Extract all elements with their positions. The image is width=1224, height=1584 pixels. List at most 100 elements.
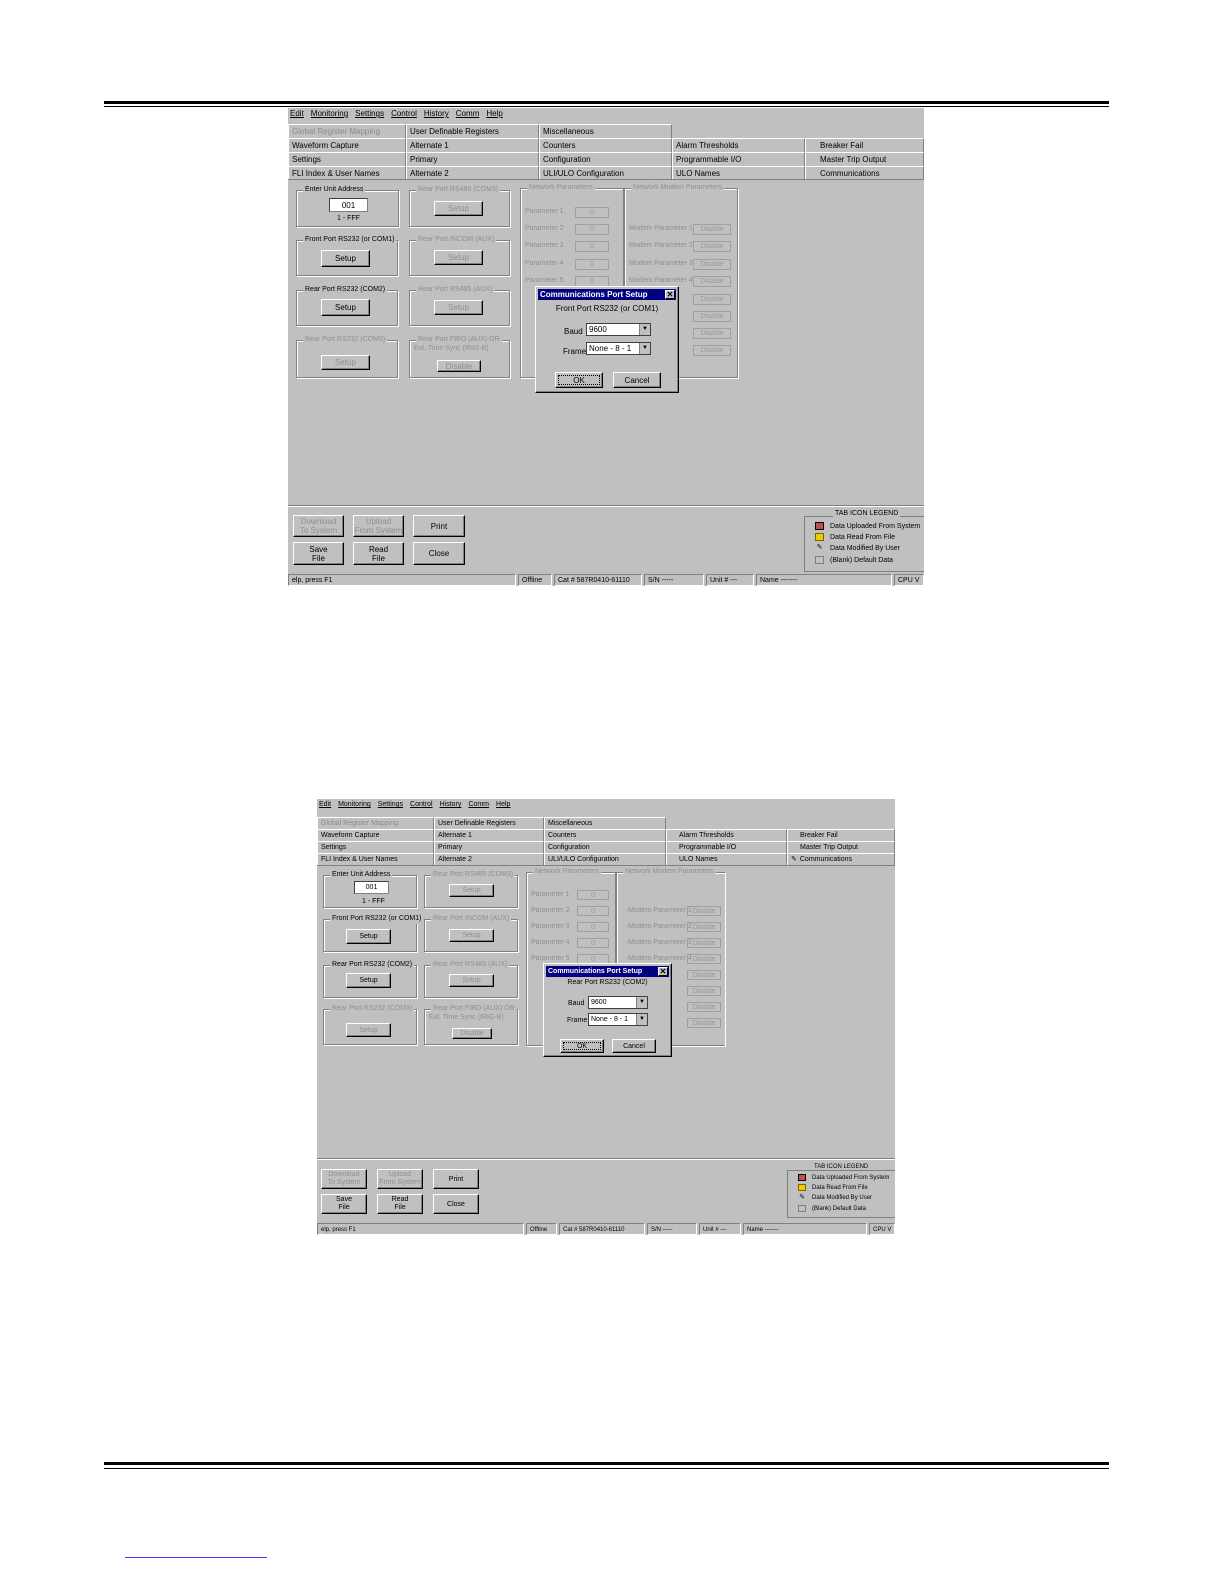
tab-alternate-1[interactable]: Alternate 1	[406, 138, 539, 152]
tab-ulo-names[interactable]: ULO Names	[666, 853, 787, 865]
param-4-value[interactable]: 0	[577, 938, 609, 948]
baud-select[interactable]: 9600 ▼	[588, 996, 648, 1009]
rear-port-rs485-setup-button[interactable]: Setup	[449, 884, 494, 897]
rear-port-com2-setup-button[interactable]: Setup	[346, 973, 391, 988]
tab-global-register-mapping[interactable]: Global Register Mapping	[288, 124, 406, 138]
modem-param-3-disable[interactable]: Disable	[687, 938, 721, 948]
modem-param-1-disable[interactable]: Disable	[693, 224, 731, 235]
frame-select[interactable]: None - 8 - 1 ▼	[586, 342, 651, 355]
modem-param-7-disable[interactable]: Disable	[687, 1002, 721, 1012]
modem-param-4-disable[interactable]: Disable	[687, 954, 721, 964]
close-button[interactable]: Close	[413, 542, 465, 565]
modem-param-6-disable[interactable]: Disable	[687, 986, 721, 996]
tab-configuration[interactable]: Configuration	[539, 152, 672, 166]
modem-param-2-disable[interactable]: Disable	[693, 241, 731, 252]
close-icon[interactable]: ✕	[658, 967, 668, 976]
rear-port-incom-setup-button[interactable]: Setup	[449, 929, 494, 942]
param-4-value[interactable]: 0	[575, 259, 609, 270]
menu-monitoring[interactable]: Monitoring	[311, 108, 348, 119]
tab-miscellaneous[interactable]: Miscellaneous	[544, 817, 666, 829]
rear-port-com3-setup-button[interactable]: Setup	[346, 1023, 391, 1037]
close-icon[interactable]: ✕	[665, 290, 675, 299]
menu-history[interactable]: History	[440, 799, 462, 810]
menu-comm[interactable]: Comm	[456, 108, 480, 119]
tab-alternate-1[interactable]: Alternate 1	[434, 829, 544, 841]
tab-primary[interactable]: Primary	[406, 152, 539, 166]
close-button[interactable]: Close	[433, 1194, 479, 1214]
download-to-system-button[interactable]: Download To System	[321, 1169, 367, 1189]
read-file-button[interactable]: Read File	[377, 1194, 423, 1214]
tab-miscellaneous[interactable]: Miscellaneous	[539, 124, 672, 138]
tab-uli-ulo-configuration[interactable]: ULI/ULO Configuration	[539, 166, 672, 180]
rear-port-rs485-setup-button[interactable]: Setup	[434, 201, 483, 216]
rear-port-rs485-aux-setup-button[interactable]: Setup	[449, 974, 494, 987]
menu-help[interactable]: Help	[496, 799, 510, 810]
param-3-value[interactable]: 0	[577, 922, 609, 932]
unit-address-input[interactable]: 001	[354, 881, 389, 894]
tab-user-definable-registers[interactable]: User Definable Registers	[406, 124, 539, 138]
modem-param-8-disable[interactable]: Disable	[693, 345, 731, 356]
tab-uli-ulo-configuration[interactable]: ULI/ULO Configuration	[544, 853, 666, 865]
tab-settings[interactable]: Settings	[317, 841, 434, 853]
modem-param-7-disable[interactable]: Disable	[693, 328, 731, 339]
tab-configuration[interactable]: Configuration	[544, 841, 666, 853]
param-2-value[interactable]: 0	[577, 906, 609, 916]
menu-comm[interactable]: Comm	[468, 799, 489, 810]
ok-button[interactable]: OK	[560, 1039, 604, 1053]
tab-user-definable-registers[interactable]: User Definable Registers	[434, 817, 544, 829]
read-file-button[interactable]: Read File	[353, 542, 404, 565]
param-3-value[interactable]: 0	[575, 241, 609, 252]
modem-param-5-disable[interactable]: Disable	[687, 970, 721, 980]
tab-alarm-thresholds[interactable]: Alarm Thresholds	[666, 829, 787, 841]
tab-settings[interactable]: Settings	[288, 152, 406, 166]
tab-waveform-capture[interactable]: Waveform Capture	[317, 829, 434, 841]
chevron-down-icon[interactable]: ▼	[639, 343, 650, 354]
modem-param-6-disable[interactable]: Disable	[693, 311, 731, 322]
modem-param-5-disable[interactable]: Disable	[693, 294, 731, 305]
tab-primary[interactable]: Primary	[434, 841, 544, 853]
ok-button[interactable]: OK	[555, 372, 603, 388]
front-port-setup-button[interactable]: Setup	[321, 250, 370, 267]
modem-param-4-disable[interactable]: Disable	[693, 276, 731, 287]
print-button[interactable]: Print	[413, 515, 465, 537]
tab-waveform-capture[interactable]: Waveform Capture	[288, 138, 406, 152]
modem-param-1-disable[interactable]: Disable	[687, 906, 721, 916]
tab-alternate-2[interactable]: Alternate 2	[434, 853, 544, 865]
download-to-system-button[interactable]: Download To System	[293, 515, 344, 537]
rear-port-fibo-disable-button[interactable]: Disable	[437, 360, 481, 372]
modem-param-2-disable[interactable]: Disable	[687, 922, 721, 932]
rear-port-com3-setup-button[interactable]: Setup	[321, 355, 370, 370]
frame-select[interactable]: None - 8 - 1 ▼	[588, 1013, 648, 1026]
save-file-button[interactable]: Save File	[293, 542, 344, 565]
rear-port-rs485-aux-setup-button[interactable]: Setup	[434, 300, 483, 315]
menu-settings[interactable]: Settings	[355, 108, 384, 119]
menu-monitoring[interactable]: Monitoring	[338, 799, 371, 810]
tab-breaker-fail[interactable]: Breaker Fail	[787, 829, 895, 841]
menu-history[interactable]: History	[424, 108, 449, 119]
menu-help[interactable]: Help	[486, 108, 502, 119]
tab-master-trip-output[interactable]: Master Trip Output	[787, 841, 895, 853]
tab-communications[interactable]: ✎ Communications	[787, 853, 895, 865]
save-file-button[interactable]: Save File	[321, 1194, 367, 1214]
tab-communications[interactable]: Communications	[805, 166, 924, 180]
tab-alarm-thresholds[interactable]: Alarm Thresholds	[672, 138, 805, 152]
rear-port-com2-setup-button[interactable]: Setup	[321, 299, 370, 316]
cancel-button[interactable]: Cancel	[612, 1039, 656, 1053]
tab-alternate-2[interactable]: Alternate 2	[406, 166, 539, 180]
tab-breaker-fail[interactable]: Breaker Fail	[805, 138, 924, 152]
tab-fli-index-user-names[interactable]: FLI Index & User Names	[288, 166, 406, 180]
tab-counters[interactable]: Counters	[544, 829, 666, 841]
tab-global-register-mapping[interactable]: Global Register Mapping	[317, 817, 434, 829]
menu-control[interactable]: Control	[391, 108, 417, 119]
menu-control[interactable]: Control	[410, 799, 433, 810]
modem-param-8-disable[interactable]: Disable	[687, 1018, 721, 1028]
chevron-down-icon[interactable]: ▼	[636, 1014, 647, 1025]
menu-edit[interactable]: Edit	[319, 799, 331, 810]
tab-programmable-io[interactable]: Programmable I/O	[672, 152, 805, 166]
chevron-down-icon[interactable]: ▼	[636, 997, 647, 1008]
rear-port-incom-setup-button[interactable]: Setup	[434, 250, 483, 265]
tab-counters[interactable]: Counters	[539, 138, 672, 152]
tab-programmable-io[interactable]: Programmable I/O	[666, 841, 787, 853]
upload-from-system-button[interactable]: Upload From System	[377, 1169, 423, 1189]
print-button[interactable]: Print	[433, 1169, 479, 1189]
